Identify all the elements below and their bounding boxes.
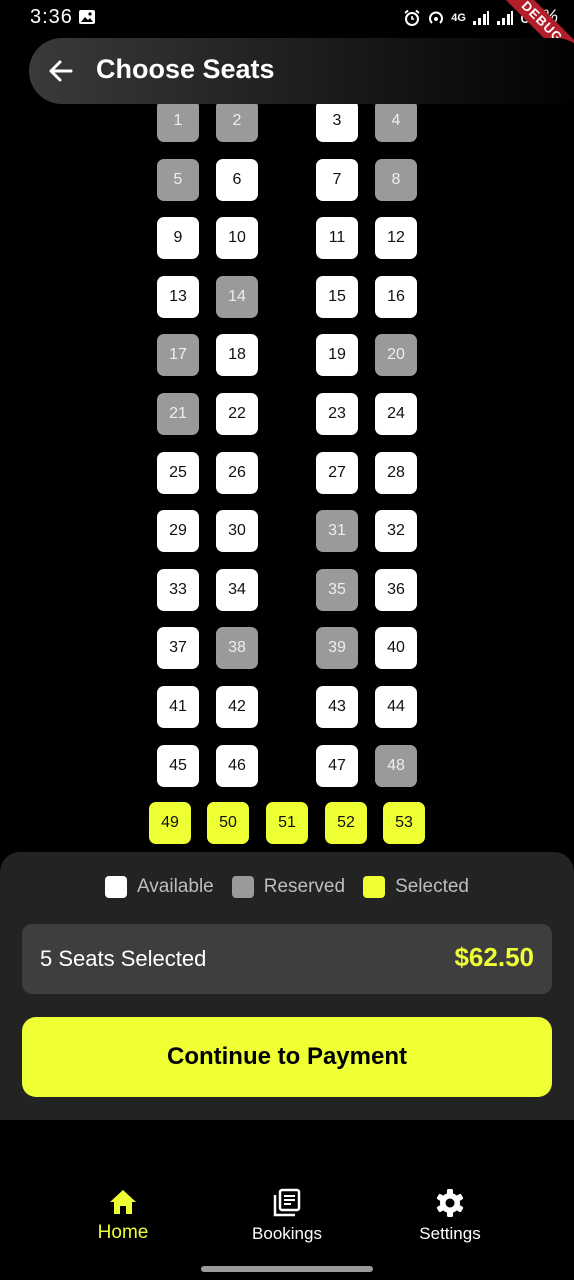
seat-48[interactable]: 48: [375, 744, 417, 787]
seat-36[interactable]: 36: [375, 568, 417, 611]
seat-44[interactable]: 44: [375, 686, 417, 728]
seat-35[interactable]: 35: [316, 568, 358, 611]
seat-24[interactable]: 24: [375, 393, 417, 435]
page-title: Choose Seats: [96, 54, 275, 84]
home-indicator: [201, 1266, 373, 1272]
available-swatch: [104, 876, 127, 898]
seat-27[interactable]: 27: [316, 451, 358, 494]
seat-21[interactable]: 21: [157, 393, 199, 435]
seat-9[interactable]: 9: [157, 217, 199, 260]
legend-available: Available: [104, 876, 214, 898]
seat-45[interactable]: 45: [157, 744, 199, 787]
seat-29[interactable]: 29: [157, 510, 199, 553]
alarm-icon: [404, 9, 420, 26]
seat-32[interactable]: 32: [375, 510, 417, 553]
nav-bookings-label: Bookings: [252, 1224, 322, 1243]
seat-5[interactable]: 5: [157, 158, 199, 201]
seat-20[interactable]: 20: [375, 334, 417, 377]
seat-50[interactable]: 50: [207, 802, 249, 844]
seat-39[interactable]: 39: [316, 627, 358, 670]
signal-icon: [496, 11, 513, 25]
seat-22[interactable]: 22: [216, 393, 258, 435]
seat-11[interactable]: 11: [316, 217, 358, 260]
status-time: 3:36: [30, 6, 73, 28]
image-notification-icon: [79, 10, 95, 24]
seat-15[interactable]: 15: [316, 275, 358, 318]
selected-count: 5 Seats Selected: [40, 946, 207, 971]
seat-46[interactable]: 46: [216, 744, 258, 787]
seat-12[interactable]: 12: [375, 217, 417, 260]
seat-26[interactable]: 26: [216, 451, 258, 494]
seat-14[interactable]: 14: [216, 275, 258, 318]
continue-to-payment-button[interactable]: Continue to Payment: [22, 1017, 552, 1097]
seat-19[interactable]: 19: [316, 334, 358, 377]
total-price: $62.50: [454, 942, 534, 972]
signal-icon: [472, 11, 489, 25]
bottom-nav: Home Bookings Settings: [0, 1170, 574, 1250]
seat-3[interactable]: 3: [316, 104, 358, 142]
legend-selected: Selected: [363, 876, 469, 898]
seat-34[interactable]: 34: [216, 568, 258, 611]
legend-label: Selected: [395, 876, 470, 897]
seat-25[interactable]: 25: [157, 451, 199, 494]
seat-52[interactable]: 52: [325, 802, 367, 844]
seat-49[interactable]: 49: [149, 802, 191, 844]
seat-47[interactable]: 47: [316, 744, 358, 787]
booking-panel: Available Reserved Selected 5 Seats Sele…: [0, 852, 574, 1120]
app-bar: Choose Seats: [29, 38, 574, 104]
arrow-left-icon[interactable]: [45, 55, 77, 87]
seat-38[interactable]: 38: [216, 627, 258, 670]
seat-23[interactable]: 23: [316, 393, 358, 435]
gear-icon: [436, 1189, 464, 1217]
seat-53[interactable]: 53: [383, 802, 425, 844]
nav-bookings[interactable]: Bookings: [227, 1188, 347, 1244]
seat-10[interactable]: 10: [216, 217, 258, 260]
network-type: 4G: [451, 12, 466, 24]
seat-7[interactable]: 7: [316, 158, 358, 201]
nav-settings[interactable]: Settings: [390, 1188, 510, 1244]
seat-51[interactable]: 51: [266, 802, 308, 844]
seat-17[interactable]: 17: [157, 334, 199, 377]
seat-13[interactable]: 13: [157, 275, 199, 318]
status-bar: 3:36 4G 60% DEBUG: [0, 0, 574, 72]
seat-1[interactable]: 1: [157, 104, 199, 142]
seat-4[interactable]: 4: [375, 104, 417, 142]
seat-map: 1 2 3 4 5 6 7 8 9 10 11 12 13 14 15 16 17 18 19 20 21 22 23 24 2…: [0, 104, 574, 850]
seat-43[interactable]: 43: [316, 686, 358, 728]
seat-42[interactable]: 42: [216, 686, 258, 728]
seat-8[interactable]: 8: [375, 158, 417, 201]
seat-28[interactable]: 28: [375, 451, 417, 494]
seat-41[interactable]: 41: [157, 686, 199, 728]
seat-2[interactable]: 2: [216, 104, 258, 142]
seat-6[interactable]: 6: [216, 158, 258, 201]
seat-18[interactable]: 18: [216, 334, 258, 377]
selection-summary: 5 Seats Selected $62.50: [22, 924, 552, 994]
reserved-swatch: [231, 876, 254, 898]
selected-swatch: [363, 876, 386, 898]
legend-label: Available: [136, 876, 214, 897]
home-icon: [110, 1190, 136, 1214]
hotspot-icon: [429, 11, 444, 24]
nav-home[interactable]: Home: [63, 1188, 183, 1244]
nav-home-label: Home: [97, 1222, 149, 1243]
bookings-icon: [273, 1188, 301, 1217]
seat-30[interactable]: 30: [216, 510, 258, 553]
seat-16[interactable]: 16: [375, 275, 417, 318]
seat-33[interactable]: 33: [157, 568, 199, 611]
legend-label: Reserved: [263, 876, 346, 897]
legend-reserved: Reserved: [231, 876, 346, 898]
seat-37[interactable]: 37: [157, 627, 199, 670]
seat-legend: Available Reserved Selected: [0, 876, 574, 898]
seat-40[interactable]: 40: [375, 627, 417, 670]
seat-31[interactable]: 31: [316, 510, 358, 553]
nav-settings-label: Settings: [419, 1224, 481, 1243]
